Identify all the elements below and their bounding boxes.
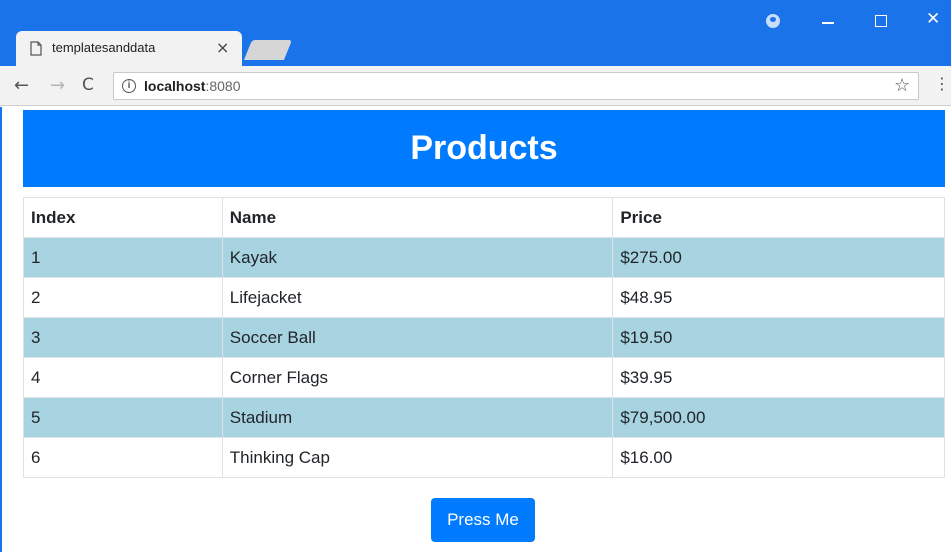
page-icon <box>30 41 42 56</box>
cell-price: $79,500.00 <box>612 397 945 438</box>
cell-index: 4 <box>23 357 223 398</box>
cell-name: Soccer Ball <box>221 317 614 358</box>
cell-name: Kayak <box>221 237 614 278</box>
cell-name: Thinking Cap <box>221 437 614 478</box>
cell-name: Lifejacket <box>221 277 614 318</box>
browser-titlebar: templatesanddata × ✕ <box>0 0 951 66</box>
table-row: 3 Soccer Ball $19.50 <box>23 317 945 358</box>
address-bar[interactable]: i localhost:8080 ☆ <box>113 72 919 100</box>
forward-arrow-icon[interactable]: → <box>50 75 65 96</box>
press-me-button[interactable]: Press Me <box>431 498 535 542</box>
cell-price: $39.95 <box>612 357 945 398</box>
browser-menu-icon[interactable]: ⋮ <box>934 74 950 93</box>
info-icon[interactable]: i <box>122 79 136 93</box>
table-row: 1 Kayak $275.00 <box>23 237 945 278</box>
page-title: Products <box>410 129 558 167</box>
url-text: localhost:8080 <box>144 78 241 94</box>
table-row: 6 Thinking Cap $16.00 <box>23 437 945 478</box>
close-window-icon[interactable]: ✕ <box>926 9 940 29</box>
cell-index: 2 <box>23 277 223 318</box>
tab-close-icon[interactable]: × <box>216 38 229 57</box>
browser-tab[interactable]: templatesanddata × <box>16 31 242 66</box>
cell-index: 3 <box>23 317 223 358</box>
table-row: 5 Stadium $79,500.00 <box>23 397 945 438</box>
products-table: Index Name Price 1 Kayak $275.00 2 Lifej… <box>23 197 945 478</box>
cell-price: $275.00 <box>612 237 945 278</box>
minimize-icon[interactable] <box>822 22 834 24</box>
column-header-name: Name <box>221 197 614 238</box>
cell-price: $48.95 <box>612 277 945 318</box>
cell-index: 5 <box>23 397 223 438</box>
table-row: 2 Lifejacket $48.95 <box>23 277 945 318</box>
back-arrow-icon[interactable]: ← <box>14 75 29 96</box>
table-header-row: Index Name Price <box>23 197 945 238</box>
bookmark-star-icon[interactable]: ☆ <box>894 75 910 96</box>
page-header: Products <box>23 110 945 187</box>
column-header-index: Index <box>23 197 223 238</box>
cell-name: Stadium <box>221 397 614 438</box>
cell-price: $19.50 <box>612 317 945 358</box>
cell-name: Corner Flags <box>221 357 614 398</box>
browser-toolbar: ← → C i localhost:8080 ☆ ⋮ <box>0 66 951 106</box>
maximize-icon[interactable] <box>875 15 887 27</box>
cell-index: 1 <box>23 237 223 278</box>
window-left-edge <box>0 107 2 552</box>
new-tab-button[interactable] <box>243 40 293 60</box>
reload-icon[interactable]: C <box>82 75 94 95</box>
cell-price: $16.00 <box>612 437 945 478</box>
column-header-price: Price <box>612 197 945 238</box>
cell-index: 6 <box>23 437 223 478</box>
tab-title: templatesanddata <box>52 40 156 55</box>
table-row: 4 Corner Flags $39.95 <box>23 357 945 398</box>
profile-icon[interactable] <box>766 14 780 28</box>
